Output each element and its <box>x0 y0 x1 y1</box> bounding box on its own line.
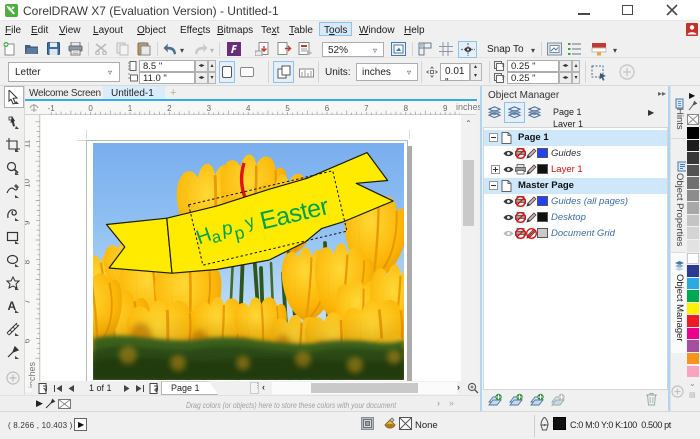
svg-text:p: p <box>221 218 233 240</box>
svg-text:0: 0 <box>88 104 93 113</box>
svg-text:6: 6 <box>25 338 32 343</box>
svg-text:9: 9 <box>443 104 448 113</box>
svg-text:2: 2 <box>167 104 172 113</box>
svg-text:7: 7 <box>364 104 369 113</box>
svg-text:8: 8 <box>404 104 409 113</box>
svg-text:5: 5 <box>285 104 290 113</box>
svg-text:8: 8 <box>25 259 32 264</box>
svg-text:1: 1 <box>128 104 133 113</box>
svg-text:10: 10 <box>25 178 32 187</box>
svg-text:3: 3 <box>207 104 212 113</box>
svg-text:4: 4 <box>246 104 251 113</box>
svg-text:-1: -1 <box>48 104 56 113</box>
svg-text:7: 7 <box>25 299 32 304</box>
svg-text:x: x <box>502 63 505 69</box>
svg-text:y: y <box>502 75 505 81</box>
svg-text:6: 6 <box>325 104 330 113</box>
svg-text:9: 9 <box>25 220 32 225</box>
svg-text:11: 11 <box>25 139 32 148</box>
